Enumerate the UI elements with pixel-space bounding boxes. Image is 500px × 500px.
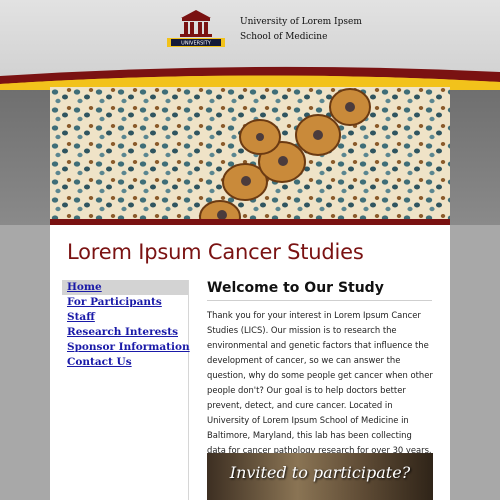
invite-text: Invited to participate? [229,463,411,482]
welcome-text: Thank you for your interest in Lorem Ips… [207,310,433,455]
university-name: University of Lorem Ipsem School of Medi… [240,15,362,45]
invite-banner[interactable]: Invited to participate? [207,453,433,500]
university-line-2: School of Medicine [240,32,328,42]
sidebar-nav: Home For Participants Staff Research Int… [62,280,190,500]
header-swoosh [0,66,500,90]
university-line-1: University of Lorem Ipsem [240,17,362,27]
nav-sponsor-information[interactable]: Sponsor Information [62,340,190,355]
nav-contact-us[interactable]: Contact Us [62,355,188,370]
page-title: Lorem Ipsum Cancer Studies [67,240,364,264]
nav-staff[interactable]: Staff [62,310,188,325]
welcome-heading: Welcome to Our Study [207,280,432,301]
nav-home[interactable]: Home [62,280,188,295]
nav-research-interests[interactable]: Research Interests [62,325,188,340]
nav-for-participants[interactable]: For Participants [62,295,188,310]
content-panel: Lorem Ipsum Cancer Studies Home For Part… [50,225,450,500]
logo-label: UNIVERSITY [181,41,212,47]
university-logo[interactable]: UNIVERSITY [165,7,227,49]
pathology-banner-image [50,87,450,222]
